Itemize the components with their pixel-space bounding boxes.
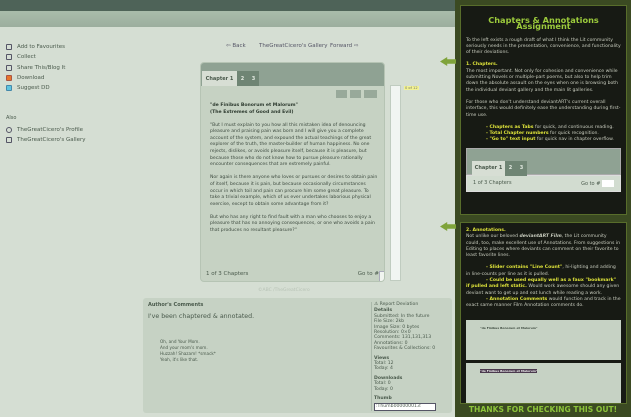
chapter-text: "de Finibus Bonorum et Malorum" (The Extr…: [210, 103, 378, 241]
preview-count: 1 of 3 Chapters: [473, 180, 512, 187]
preview-goto: Go to #: [581, 180, 601, 187]
comment-main: I've been chaptered & annotated.: [148, 313, 255, 320]
comments-heading: Author's Comments: [148, 302, 204, 308]
bullet-heading: - "Go to" text input: [486, 137, 536, 143]
bullet-text: for quick, and continuous reading.: [533, 124, 614, 130]
panel-title: Chapters & Annotations Assignment: [488, 15, 599, 32]
work-title: "de Finibus Bonorum et Malorum": [210, 103, 298, 108]
collect-link[interactable]: Collect: [6, 52, 86, 62]
chapter-count: 1 of 3 Chapters: [206, 271, 249, 277]
preview-title: "de Finibus Bonorum et Malorum": [480, 325, 538, 330]
profile-link[interactable]: TheGreatCicero's Profile: [6, 124, 86, 134]
work-subtitle: (The Extremes of Good and Evil): [210, 109, 294, 115]
also-label: Also: [6, 115, 17, 122]
add-favourites-link[interactable]: Add to Favourites: [6, 42, 86, 52]
section-1-text: The most important. Not only for cohesio…: [466, 68, 619, 93]
footer-preview: 1 of 3 Chapters Go to #: [466, 174, 621, 192]
suggest-dd-link[interactable]: Suggest DD: [6, 83, 86, 93]
s2-emphasis: deviantART Film: [519, 234, 562, 240]
sub-bar: [0, 11, 455, 27]
forward-link[interactable]: Forward ⇨: [330, 43, 358, 49]
paragraph: But who has any right to find fault with…: [210, 214, 375, 233]
gallery-icon: [6, 136, 12, 143]
bullet-text: for quick recognition.: [548, 131, 599, 137]
annotation-preview-2: "de Finibus Bonorum et Malorum": [466, 362, 621, 403]
download-link[interactable]: Download: [6, 73, 86, 83]
tabs-preview: Chapter 1 2 3: [466, 147, 621, 176]
author-comments: Author's Comments I've been chaptered & …: [143, 298, 452, 413]
theme-toggle[interactable]: [364, 90, 377, 98]
top-bar: [0, 0, 455, 11]
download-icon: [6, 75, 12, 82]
collect-icon: [6, 54, 12, 61]
chapter-reader: Chapter 1 2 3 "de Finibus Bonorum et Mal…: [200, 62, 385, 282]
preview-tab-1: Chapter 1: [472, 160, 505, 176]
details-panel: ⚠ Report Deviation Details Submitted: In…: [371, 302, 449, 411]
arrow-left-icon: [440, 57, 456, 66]
annotations-box: 2. Annotations. Not unlike our beloved d…: [460, 222, 627, 404]
sidebar: Add to Favourites Collect Share This/Blo…: [6, 42, 86, 145]
bullet-heading: - Slider contains "Line Count": [486, 265, 563, 271]
reader-footer: 1 of 3 Chapters Go to #: [206, 271, 384, 281]
tab-chapter-3[interactable]: 3: [248, 71, 259, 86]
reader-tools: [336, 90, 377, 98]
views-today: Today: 4: [374, 366, 393, 372]
annotation-slider[interactable]: [390, 85, 401, 281]
text-button[interactable]: [350, 90, 361, 98]
thanks-banner: THANKS FOR CHECKING THIS OUT!: [468, 405, 618, 414]
share-icon: [6, 64, 12, 71]
annotation-preview-1: "de Finibus Bonorum et Malorum": [466, 319, 621, 360]
bullet-heading: - Annotation Comments: [486, 296, 548, 302]
paragraph: Nor again is there anyone who loves or p…: [210, 175, 378, 207]
assignment-panel: Chapters & Annotations Assignment To the…: [455, 0, 631, 417]
report-label: Report Deviation: [379, 302, 419, 307]
preview-title-highlighted: "de Finibus Bonorum et Malorum": [480, 368, 538, 373]
font-size-button[interactable]: [336, 90, 347, 98]
detail-line: Favourites & Collections: 0: [374, 346, 436, 352]
profile-icon: [6, 126, 12, 133]
preview-tab-2: 2: [505, 160, 516, 176]
bullet-heading: - Total Chapter numbers: [486, 131, 549, 137]
share-link[interactable]: Share This/Blog It: [6, 63, 86, 73]
chapter-tabs: Chapter 1 2 3: [201, 63, 384, 86]
comment-lines: Oh, and Your Mom. And your mom's mom. Hu…: [160, 339, 216, 363]
copyright: ©ABC /TheGreatCicero: [258, 288, 310, 293]
preview-tab-3: 3: [516, 160, 527, 176]
tab-chapter-2[interactable]: 2: [237, 71, 248, 86]
thumb-heading: Thumb: [374, 396, 392, 402]
preview-goto-input: [602, 179, 614, 187]
bullet-text: for quick nav in chapter overflow.: [535, 137, 614, 143]
downloads-today: Today: 0: [374, 386, 393, 392]
tab-chapter-1[interactable]: Chapter 1: [202, 71, 237, 86]
arrow-left-icon: [440, 222, 456, 231]
chapters-box: Chapters & Annotations Assignment To the…: [460, 5, 627, 215]
thumb-code-input[interactable]: :Thumb000000013:: [374, 402, 436, 411]
paragraph: "But I must explain to you how all this …: [210, 122, 372, 168]
back-link[interactable]: ⇦ Back: [226, 43, 246, 49]
suggest-icon: [6, 85, 12, 92]
bullet-heading: - Chapters as Tabs: [486, 124, 534, 130]
gallery-nav-link[interactable]: TheGreatCicero's Gallery: [259, 43, 328, 49]
goto-input[interactable]: [379, 271, 384, 281]
s2-text: Not unlike our beloved: [466, 234, 520, 240]
report-deviation-link[interactable]: ⚠ Report Deviation: [374, 302, 449, 307]
favourite-icon: [6, 44, 12, 51]
section-1-text-2: For those who don't understand deviantAR…: [466, 99, 621, 118]
comment-line: Yeah, it's like that.: [160, 357, 199, 362]
gallery-link[interactable]: TheGreatCicero's Gallery: [6, 135, 86, 145]
slider-line-count: 0 of 12: [404, 86, 419, 90]
intro-text: To the left exists a rough draft of what…: [466, 37, 621, 56]
goto-label: Go to #: [357, 271, 379, 277]
